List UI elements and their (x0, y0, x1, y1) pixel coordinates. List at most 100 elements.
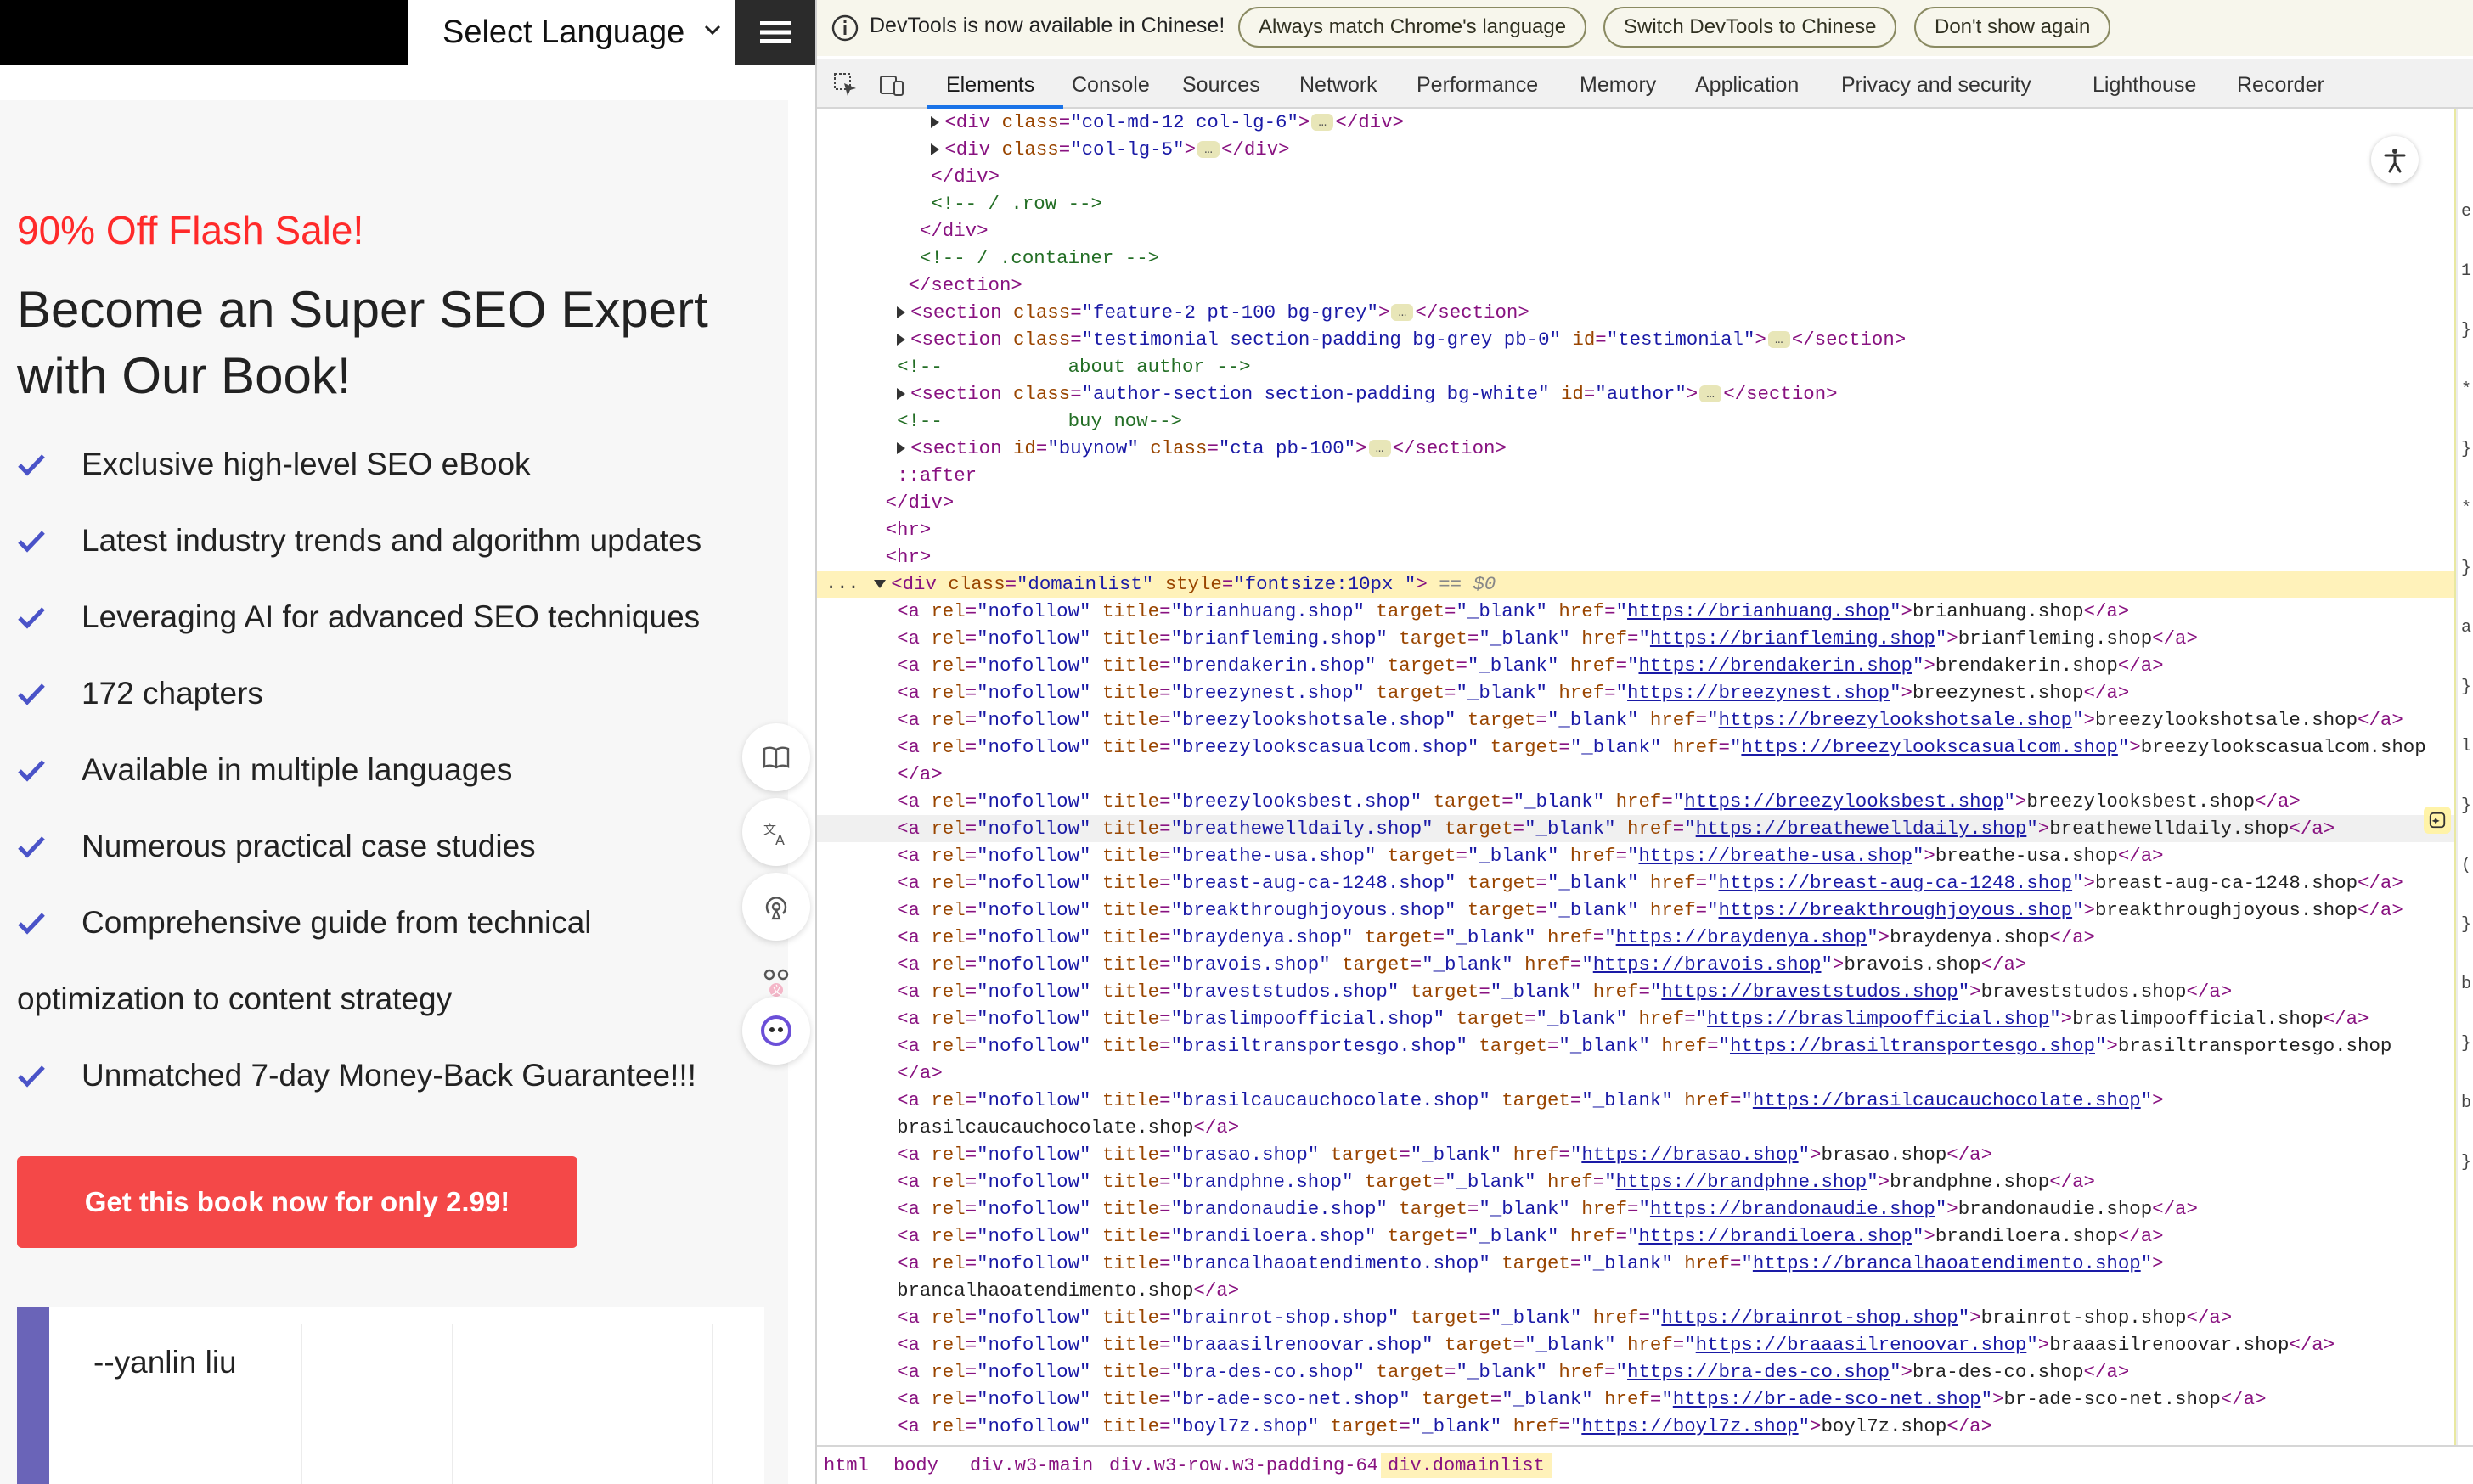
dom-node-line[interactable]: <a rel="nofollow" title="bravois.shop" t… (817, 951, 2454, 978)
styles-pane-fragment: } (2461, 796, 2472, 816)
dom-node-line[interactable]: <a rel="nofollow" title="brainrot-shop.s… (817, 1304, 2454, 1331)
dom-node-line[interactable]: <a rel="nofollow" title="brianhuang.shop… (817, 598, 2454, 625)
dom-node-line[interactable]: </div> (817, 163, 2454, 190)
dom-node-line[interactable]: <a rel="nofollow" title="brandonaudie.sh… (817, 1195, 2454, 1223)
screen: Select Language 90% Off Flash Sale! Beco… (0, 0, 2473, 1484)
testimonial-author: --yanlin liu (93, 1345, 237, 1380)
dom-node-line[interactable]: </a> (817, 1060, 2454, 1087)
dom-node-line[interactable]: <a rel="nofollow" title="breezylookshots… (817, 706, 2454, 734)
breadcrumb-domainlist[interactable]: div.domainlist (1381, 1453, 1552, 1478)
styles-pane-fragment: e (2461, 202, 2472, 222)
dom-node-line[interactable]: </div> (817, 217, 2454, 245)
tab-recorder[interactable]: Recorder (2237, 73, 2324, 98)
tab-elements[interactable]: Elements (946, 73, 1034, 98)
dom-node-line[interactable]: <div class="col-lg-5">… </div> (817, 136, 2454, 163)
dom-node-line[interactable]: <section class="author-section section-p… (817, 380, 2454, 408)
styles-pane-fragment: l (2461, 737, 2472, 756)
tab-application[interactable]: Application (1695, 73, 1799, 98)
dom-node-line[interactable]: </div> (817, 489, 2454, 516)
dont-show-again-button[interactable]: Don't show again (1914, 7, 2111, 48)
breadcrumb-w3-main[interactable]: div.w3-main (963, 1453, 1100, 1478)
dom-node-line[interactable]: <section class="testimonial section-padd… (817, 326, 2454, 353)
dom-node-line[interactable]: <a rel="nofollow" title="braslimpooffici… (817, 1005, 2454, 1032)
switch-to-chinese-button[interactable]: Switch DevTools to Chinese (1603, 7, 1897, 48)
dom-node-line[interactable]: <a rel="nofollow" title="bra-des-co.shop… (817, 1358, 2454, 1386)
dom-node-line[interactable]: <hr> (817, 543, 2454, 571)
dom-node-line[interactable]: <!-- buy now--> (817, 408, 2454, 435)
dom-node-line[interactable]: <a rel="nofollow" title="brasiltransport… (817, 1032, 2454, 1060)
checkmark-icon (18, 683, 45, 705)
feature-item: Exclusive high-level SEO eBook (17, 447, 531, 482)
dom-node-line[interactable]: <a rel="nofollow" title="braveststudos.s… (817, 978, 2454, 1005)
dom-node-line[interactable]: ::after (817, 462, 2454, 489)
language-infobar: DevTools is now available in Chinese! Al… (817, 0, 2473, 56)
dom-node-line[interactable]: <a rel="nofollow" title="braydenya.shop"… (817, 924, 2454, 951)
dom-node-line[interactable]: <!-- / .row --> (817, 190, 2454, 217)
styles-pane-fragment: } (2461, 321, 2472, 340)
device-toolbar-icon[interactable] (878, 71, 905, 98)
ai-assist-button[interactable] (2424, 807, 2451, 834)
reader-tool-button[interactable] (742, 723, 810, 791)
dom-node-line[interactable]: <hr> (817, 516, 2454, 543)
checkmark-icon (18, 454, 45, 476)
always-match-language-button[interactable]: Always match Chrome's language (1238, 7, 1587, 48)
dom-node-line[interactable]: <a rel="nofollow" title="brasilcaucaucho… (817, 1087, 2454, 1114)
styles-pane-fragment: * (2461, 380, 2472, 400)
dom-node-line[interactable]: <a rel="nofollow" title="brendakerin.sho… (817, 652, 2454, 679)
dom-node-line[interactable]: brancalhaoatendimento.shop</a> (817, 1277, 2454, 1304)
dom-node-line[interactable]: <a rel="nofollow" title="boyl7z.shop" ta… (817, 1413, 2454, 1440)
dom-node-line[interactable]: </a> (817, 761, 2454, 788)
dom-node-line[interactable]: <a rel="nofollow" title="breezynest.shop… (817, 679, 2454, 706)
breadcrumb-html[interactable]: html (817, 1453, 876, 1478)
dom-node-line[interactable]: <a rel="nofollow" title="brandiloera.sho… (817, 1223, 2454, 1250)
dom-node-line[interactable]: <a rel="nofollow" title="br-ade-sco-net.… (817, 1386, 2454, 1413)
accessibility-button[interactable] (2371, 136, 2419, 183)
checkmark-icon (18, 607, 45, 629)
tab-memory[interactable]: Memory (1580, 73, 1656, 98)
tab-lighthouse[interactable]: Lighthouse (2093, 73, 2196, 98)
tab-sources[interactable]: Sources (1182, 73, 1260, 98)
dom-node-line[interactable]: <a rel="nofollow" title="breezylooksbest… (817, 788, 2454, 815)
tab-network[interactable]: Network (1299, 73, 1377, 98)
dom-node-line[interactable]: <a rel="nofollow" title="brancalhaoatend… (817, 1250, 2454, 1277)
breadcrumb: html body div.w3-main div.w3-row.w3-padd… (817, 1445, 2473, 1484)
dom-node-line[interactable]: <!-- / .container --> (817, 245, 2454, 272)
hamburger-menu-button[interactable] (735, 0, 815, 65)
dom-node-line[interactable]: <a rel="nofollow" title="breathewelldail… (817, 815, 2454, 842)
tab-console[interactable]: Console (1072, 73, 1150, 98)
buy-book-button[interactable]: Get this book now for only 2.99! (17, 1156, 577, 1248)
broadcast-tool-button[interactable] (742, 873, 810, 941)
checkmark-icon (18, 760, 45, 782)
feature-text: Latest industry trends and algorithm upd… (82, 523, 702, 558)
tab-performance[interactable]: Performance (1417, 73, 1538, 98)
checkmark-icon (18, 1065, 45, 1088)
translate-tool-button[interactable]: 文A (742, 798, 810, 866)
dom-node-line[interactable]: <a rel="nofollow" title="breezylookscasu… (817, 734, 2454, 761)
dom-node-line[interactable]: <a rel="nofollow" title="brandphne.shop"… (817, 1168, 2454, 1195)
dom-node-line[interactable]: <div class="col-md-12 col-lg-6">… </div> (817, 109, 2454, 136)
element-picker-icon[interactable] (832, 71, 859, 98)
breadcrumb-body[interactable]: body (887, 1453, 945, 1478)
svg-text:文: 文 (771, 985, 782, 998)
tab-privacy-security[interactable]: Privacy and security (1841, 73, 2031, 98)
devtools-tab-bar: Elements Console Sources Network Perform… (817, 59, 2473, 109)
dom-node-line[interactable]: <a rel="nofollow" title="braaasilrenoova… (817, 1331, 2454, 1358)
breadcrumb-w3-row[interactable]: div.w3-row.w3-padding-64 (1102, 1453, 1385, 1478)
dom-node-line[interactable]: </section> (817, 272, 2454, 299)
dom-node-line[interactable]: <a rel="nofollow" title="breast-aug-ca-1… (817, 869, 2454, 897)
dom-node-line[interactable]: brasilcaucauchocolate.shop</a> (817, 1114, 2454, 1141)
dom-node-line[interactable]: <section id="buynow" class="cta pb-100">… (817, 435, 2454, 462)
dom-node-line[interactable]: <section class="feature-2 pt-100 bg-grey… (817, 299, 2454, 326)
feature-text: Exclusive high-level SEO eBook (82, 447, 531, 481)
page-headline: Become an Super SEO Expert with Our Book… (17, 281, 708, 404)
dom-node-line[interactable]: <a rel="nofollow" title="brianfleming.sh… (817, 625, 2454, 652)
dom-node-line[interactable]: <a rel="nofollow" title="breakthroughjoy… (817, 897, 2454, 924)
assistant-tool-button[interactable] (742, 997, 810, 1065)
selected-dom-node[interactable]: <div class="domainlist" style="fontsize:… (817, 571, 2454, 598)
language-select[interactable]: Select Language (408, 0, 735, 65)
node-actions-dots[interactable]: ... (825, 571, 859, 598)
dom-node-line[interactable]: <a rel="nofollow" title="brasao.shop" ta… (817, 1141, 2454, 1168)
dom-node-line[interactable]: <!-- about author --> (817, 353, 2454, 380)
language-select-label: Select Language (442, 14, 685, 50)
dom-node-line[interactable]: <a rel="nofollow" title="breathe-usa.sho… (817, 842, 2454, 869)
